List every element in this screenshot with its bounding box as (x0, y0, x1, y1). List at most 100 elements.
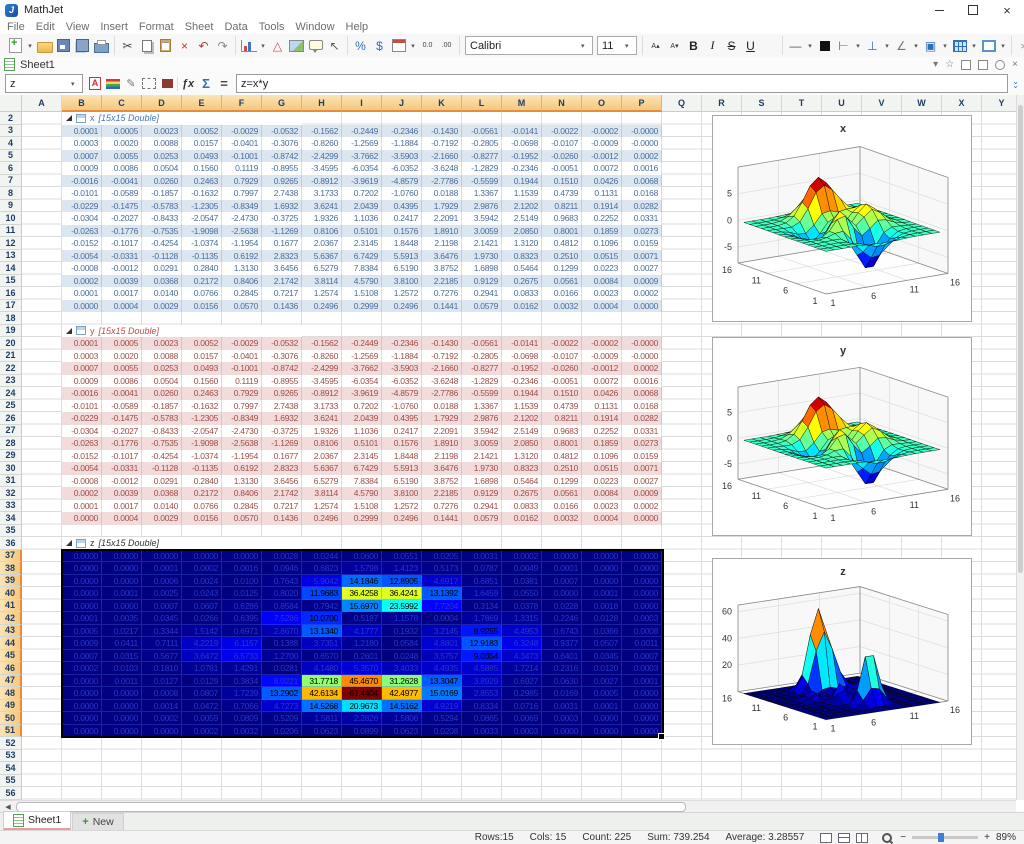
cell-z[interactable]: 0.1810 (142, 662, 182, 675)
cell-y[interactable]: 0.2496 (382, 512, 422, 525)
cell-y[interactable]: 0.0071 (622, 462, 662, 475)
delete-icon[interactable]: × (176, 37, 193, 55)
cell-z[interactable]: 0.5209 (262, 712, 302, 725)
cell-x[interactable]: 0.0001 (62, 287, 102, 300)
cell-y[interactable]: 0.4395 (382, 412, 422, 425)
cell-z[interactable]: 0.0000 (62, 712, 102, 725)
cell-x[interactable]: -1.1269 (262, 225, 302, 238)
cell-z[interactable]: 0.0016 (222, 562, 262, 575)
font-color-icon[interactable] (761, 37, 778, 55)
cell-z[interactable]: 1.7239 (222, 687, 262, 700)
cell-y[interactable]: 0.0002 (62, 487, 102, 500)
maximize-button[interactable] (956, 0, 990, 20)
cell-y[interactable]: -0.0000 (622, 350, 662, 363)
cell-z[interactable]: 14.5268 (302, 700, 342, 713)
cell-y[interactable]: -0.0002 (582, 337, 622, 350)
cell-y[interactable]: 3.8752 (422, 475, 462, 488)
column-header-V[interactable]: V (862, 95, 902, 112)
cell-z[interactable]: 3.2145 (422, 625, 462, 638)
cell-x[interactable]: -2.1660 (422, 150, 462, 163)
cell-z[interactable]: 0.2985 (502, 687, 542, 700)
cell-z[interactable]: 12.9183 (462, 637, 502, 650)
cell-x[interactable]: 0.1510 (542, 175, 582, 188)
row-header-28[interactable]: 28 (0, 437, 22, 450)
cell-y[interactable]: 1.2572 (382, 500, 422, 513)
cell-y[interactable]: 0.1944 (502, 387, 542, 400)
cell-y[interactable]: 1.9730 (462, 462, 502, 475)
cell-y[interactable]: -0.2346 (382, 337, 422, 350)
cut-icon[interactable]: ✂ (119, 37, 136, 55)
cell-y[interactable]: 0.1677 (262, 450, 302, 463)
cell-z[interactable]: 0.3834 (222, 675, 262, 688)
cell-x[interactable]: 0.0766 (182, 287, 222, 300)
page-break-icon[interactable] (856, 833, 868, 843)
cell-y[interactable]: 1.5108 (342, 500, 382, 513)
cell-y[interactable]: 1.3367 (462, 400, 502, 413)
cell-x[interactable]: 0.0023 (582, 287, 622, 300)
cell-z[interactable]: 0.0005 (62, 625, 102, 638)
cell-z[interactable]: 0.0000 (102, 687, 142, 700)
cell-y[interactable]: 0.1436 (262, 512, 302, 525)
cell-x[interactable]: -0.1857 (142, 187, 182, 200)
cell-z[interactable]: 0.0001 (102, 587, 142, 600)
cell-z[interactable]: 0.0125 (222, 587, 262, 600)
cell-z[interactable]: 7.7204 (422, 600, 462, 613)
outline-dropdown-icon[interactable]: ▾ (999, 37, 1007, 55)
undo-icon[interactable]: ↶ (195, 37, 212, 55)
cell-y[interactable]: 0.1131 (582, 400, 622, 413)
row-header-14[interactable]: 14 (0, 262, 22, 275)
cell-z[interactable]: 0.0000 (622, 687, 662, 700)
cell-x[interactable]: -4.8579 (382, 175, 422, 188)
align-vertical-icon[interactable]: ⊥ (864, 37, 881, 55)
cell-y[interactable]: -0.2805 (462, 350, 502, 363)
cell-y[interactable]: -0.0022 (542, 337, 582, 350)
cell-x[interactable]: -0.3076 (262, 137, 302, 150)
cell-y[interactable]: 2.1202 (502, 412, 542, 425)
cell-x[interactable]: -2.0547 (182, 212, 222, 225)
row-header-41[interactable]: 41 (0, 600, 22, 613)
cell-z[interactable]: 5.9042 (302, 575, 342, 588)
cell-y[interactable]: 0.1914 (582, 412, 622, 425)
cell-x[interactable]: -0.5783 (142, 200, 182, 213)
row-header-54[interactable]: 54 (0, 762, 22, 775)
cell-z[interactable]: 4.8801 (422, 637, 462, 650)
cell-x[interactable]: 5.6367 (302, 250, 342, 263)
cell-y[interactable]: 6.5190 (382, 475, 422, 488)
cell-x[interactable]: 0.0002 (62, 275, 102, 288)
cell-x[interactable]: -0.0051 (542, 162, 582, 175)
cell-x[interactable]: 0.0260 (142, 175, 182, 188)
cell-x[interactable]: 0.0052 (182, 125, 222, 138)
cell-x[interactable]: 2.1198 (422, 237, 462, 250)
cell-y[interactable]: 6.5279 (302, 475, 342, 488)
cell-x[interactable]: 0.1914 (582, 200, 622, 213)
cell-x[interactable]: 4.5790 (342, 275, 382, 288)
cell-y[interactable]: 0.7202 (342, 400, 382, 413)
cell-x[interactable]: 1.1036 (342, 212, 382, 225)
cell-x[interactable]: 0.9683 (542, 212, 582, 225)
cell-x[interactable]: -0.0009 (582, 137, 622, 150)
cell-y[interactable]: -0.4254 (142, 450, 182, 463)
row-header-49[interactable]: 49 (0, 700, 22, 713)
cell-x[interactable]: 0.0039 (102, 275, 142, 288)
cell-y[interactable]: 0.0504 (142, 375, 182, 388)
cell-z[interactable]: 0.0000 (542, 725, 582, 738)
cell-x[interactable]: 0.0009 (622, 275, 662, 288)
cell-y[interactable]: 0.2252 (582, 425, 622, 438)
cell-x[interactable]: 2.2091 (422, 212, 462, 225)
cell-y[interactable]: 0.2417 (382, 425, 422, 438)
cell-z[interactable]: 0.0208 (422, 725, 462, 738)
column-header-H[interactable]: H (302, 95, 342, 112)
cell-x[interactable]: 0.5464 (502, 262, 542, 275)
cell-x[interactable]: 0.0504 (142, 162, 182, 175)
cell-y[interactable]: -1.2829 (462, 375, 502, 388)
row-header-11[interactable]: 11 (0, 225, 22, 238)
cell-z[interactable]: 0.0059 (182, 712, 222, 725)
cell-x[interactable]: 0.2252 (582, 212, 622, 225)
cell-z[interactable]: 0.0000 (622, 600, 662, 613)
cell-z[interactable]: 1.2700 (262, 650, 302, 663)
cell-x[interactable]: 0.0515 (582, 250, 622, 263)
grow-font-icon[interactable]: A▴ (647, 37, 664, 55)
cell-y[interactable]: 2.3145 (342, 450, 382, 463)
cell-z[interactable]: 6.3248 (502, 637, 542, 650)
row-header-6[interactable]: 6 (0, 162, 22, 175)
